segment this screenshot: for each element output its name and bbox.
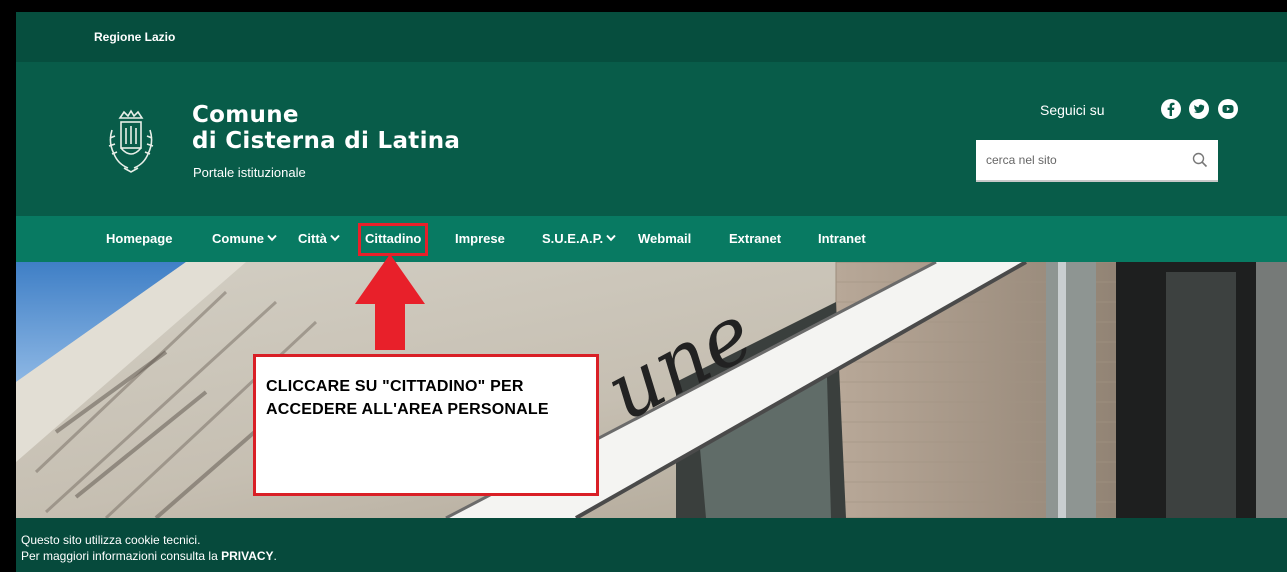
town-hall-facade-photo: une (16, 262, 1287, 518)
nav-item-comune[interactable]: Comune (212, 231, 277, 246)
nav-item-intranet[interactable]: Intranet (818, 231, 866, 246)
nav-item-citta[interactable]: Città (298, 231, 340, 246)
callout-line1: CLICCARE SU "CITTADINO" PER (266, 378, 524, 395)
main-navigation: Homepage Comune Città Cittadino Imprese … (16, 216, 1287, 262)
privacy-link[interactable]: PRIVACY (221, 549, 273, 563)
search-icon[interactable] (1192, 152, 1208, 168)
regione-lazio-link[interactable]: Regione Lazio (94, 30, 175, 44)
search-input[interactable] (976, 140, 1186, 180)
site-subtitle: Portale istituzionale (193, 165, 306, 180)
site-title-line2[interactable]: di Cisterna di Latina (192, 128, 460, 154)
nav-item-label: Imprese (455, 231, 505, 246)
twitter-icon[interactable] (1189, 99, 1209, 119)
chevron-down-icon (330, 234, 340, 242)
nav-item-label: Webmail (638, 231, 692, 246)
cookie-line2-suffix: . (273, 549, 277, 563)
cookie-line2: Per maggiori informazioni consulta la PR… (21, 548, 1287, 564)
nav-item-label: Città (298, 231, 327, 246)
region-bar: Regione Lazio (16, 12, 1287, 62)
nav-item-sueap[interactable]: S.U.E.A.P. (542, 231, 616, 246)
site-title-line1[interactable]: Comune (192, 102, 299, 128)
cookie-banner: Questo sito utilizza cookie tecnici. Per… (16, 518, 1287, 572)
nav-item-label: S.U.E.A.P. (542, 231, 604, 246)
youtube-icon[interactable] (1218, 99, 1238, 119)
hero-image: une (16, 262, 1287, 518)
nav-item-label: Intranet (818, 231, 866, 246)
nav-item-imprese[interactable]: Imprese (455, 231, 505, 246)
site-header: Comune di Cisterna di Latina Portale ist… (16, 62, 1287, 216)
chevron-down-icon (606, 234, 616, 242)
nav-item-label: Comune (212, 231, 264, 246)
browser-viewport: Regione Lazio Comune di Cisterna di Lati… (16, 12, 1287, 572)
nav-item-homepage[interactable]: Homepage (106, 231, 172, 246)
follow-us-label: Seguici su (1040, 102, 1105, 118)
nav-item-webmail[interactable]: Webmail (638, 231, 691, 246)
nav-item-label: Homepage (106, 231, 173, 246)
chevron-down-icon (267, 234, 277, 242)
instruction-callout: CLICCARE SU "CITTADINO" PER ACCEDERE ALL… (253, 354, 599, 496)
search-box (976, 140, 1218, 182)
red-arrow-up-icon (355, 254, 425, 350)
cookie-line1: Questo sito utilizza cookie tecnici. (21, 533, 201, 547)
municipal-crest-icon[interactable] (106, 108, 156, 176)
nav-item-label: Extranet (729, 231, 782, 246)
nav-item-extranet[interactable]: Extranet (729, 231, 781, 246)
callout-line2: ACCEDERE ALL'AREA PERSONALE (266, 401, 549, 418)
cookie-line2-text: Per maggiori informazioni consulta la (21, 549, 222, 563)
facebook-icon[interactable] (1161, 99, 1181, 119)
